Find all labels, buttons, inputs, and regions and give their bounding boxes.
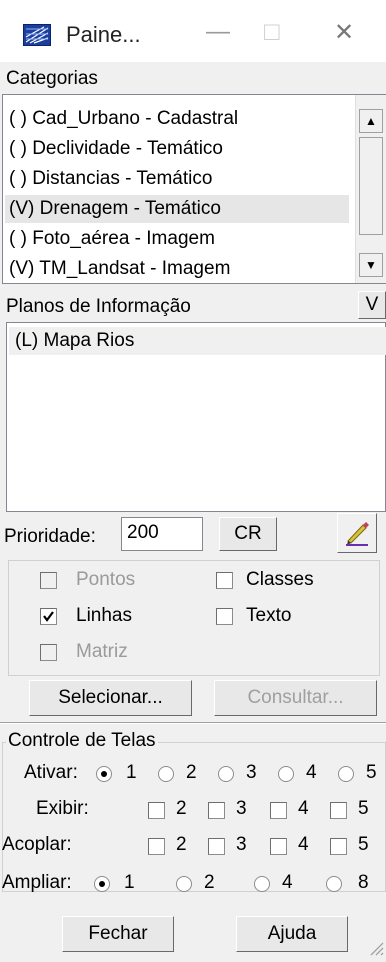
prioridade-label: Prioridade: — [4, 526, 96, 547]
ampliar-radio-1[interactable] — [94, 876, 110, 892]
consultar-button[interactable]: Consultar... — [214, 680, 377, 716]
planos-v-button[interactable]: V — [358, 291, 386, 319]
fechar-button[interactable]: Fechar — [62, 916, 174, 952]
controle-title: Controle de Telas — [6, 730, 158, 752]
scroll-down-button[interactable]: ▼ — [359, 253, 383, 277]
ativar-radio-2[interactable] — [158, 766, 174, 782]
ajuda-button[interactable]: Ajuda — [236, 916, 348, 952]
planos-label: Planos de Informação — [6, 296, 191, 317]
close-button[interactable]: ✕ — [334, 18, 354, 47]
categorias-label: Categorias — [6, 68, 98, 89]
title-bar: Paine... — □ ✕ — [0, 0, 386, 62]
classes-checkbox[interactable] — [216, 572, 233, 589]
ativar-radio-5[interactable] — [338, 766, 354, 782]
list-item[interactable]: (V) TM_Landsat - Imagem — [9, 255, 230, 283]
exibir-checkbox-3[interactable] — [208, 802, 225, 819]
ativar-radio-1[interactable] — [96, 766, 112, 782]
categorias-scrollbar[interactable]: ▲ ▼ — [355, 95, 386, 283]
ampliar-radio-4[interactable] — [254, 876, 270, 892]
list-item-selected[interactable]: (V) Drenagem - Temático — [5, 195, 349, 223]
texto-label: Texto — [246, 605, 292, 626]
ampliar-label: Ampliar: — [2, 872, 72, 893]
ativar-radio-4[interactable] — [278, 766, 294, 782]
ampliar-8-label: 8 — [358, 872, 369, 893]
acoplar-2-label: 2 — [176, 834, 187, 855]
list-item[interactable]: ( ) Foto_aérea - Imagem — [9, 225, 215, 253]
acoplar-4-label: 4 — [298, 834, 309, 855]
ampliar-radio-8[interactable] — [326, 876, 342, 892]
map-grid-icon[interactable] — [23, 24, 51, 46]
exibir-4-label: 4 — [298, 798, 309, 819]
ativar-label: Ativar: — [24, 762, 78, 783]
scroll-thumb[interactable] — [359, 137, 383, 235]
prioridade-input[interactable]: 200 — [121, 517, 203, 551]
minimize-button[interactable]: — — [206, 18, 230, 46]
acoplar-checkbox-2[interactable] — [148, 838, 165, 855]
exibir-3-label: 3 — [236, 798, 247, 819]
cr-button[interactable]: CR — [219, 517, 277, 551]
list-item[interactable]: (L) Mapa Rios — [9, 327, 386, 355]
ampliar-1-label: 1 — [124, 872, 135, 893]
exibir-5-label: 5 — [358, 798, 369, 819]
acoplar-5-label: 5 — [358, 834, 369, 855]
ativar-3-label: 3 — [246, 762, 257, 783]
pontos-checkbox[interactable] — [40, 572, 57, 589]
list-item[interactable]: ( ) Declividade - Temático — [9, 135, 223, 163]
list-item[interactable]: ( ) Distancias - Temático — [9, 165, 212, 193]
window-title: Paine... — [66, 22, 141, 47]
linhas-checkbox[interactable] — [40, 608, 57, 625]
ampliar-2-label: 2 — [204, 872, 215, 893]
exibir-2-label: 2 — [176, 798, 187, 819]
classes-label: Classes — [246, 569, 314, 590]
matriz-label: Matriz — [76, 641, 128, 662]
resize-grip-icon[interactable] — [366, 938, 384, 956]
list-item[interactable]: ( ) Cad_Urbano - Cadastral — [9, 105, 238, 133]
pontos-label: Pontos — [76, 569, 136, 590]
exibir-checkbox-5[interactable] — [330, 802, 347, 819]
categorias-list[interactable]: ( ) Cad_Urbano - Cadastral ( ) Declivida… — [2, 94, 386, 284]
scroll-up-button[interactable]: ▲ — [359, 109, 383, 133]
exibir-checkbox-2[interactable] — [148, 802, 165, 819]
matriz-checkbox[interactable] — [40, 644, 57, 661]
ativar-radio-3[interactable] — [218, 766, 234, 782]
acoplar-checkbox-3[interactable] — [208, 838, 225, 855]
acoplar-3-label: 3 — [236, 834, 247, 855]
texto-checkbox[interactable] — [216, 608, 233, 625]
planos-list[interactable]: (L) Mapa Rios — [6, 322, 386, 512]
maximize-button[interactable]: □ — [264, 16, 280, 47]
pencil-icon[interactable] — [337, 513, 377, 553]
acoplar-checkbox-4[interactable] — [270, 838, 287, 855]
divider — [0, 722, 386, 724]
ampliar-radio-2[interactable] — [176, 876, 192, 892]
ativar-2-label: 2 — [186, 762, 197, 783]
acoplar-checkbox-5[interactable] — [330, 838, 347, 855]
linhas-label: Linhas — [76, 605, 132, 626]
options-group — [8, 560, 380, 676]
exibir-checkbox-4[interactable] — [270, 802, 287, 819]
ativar-5-label: 5 — [366, 762, 377, 783]
ativar-1-label: 1 — [126, 762, 137, 783]
ampliar-4-label: 4 — [282, 872, 293, 893]
ativar-4-label: 4 — [306, 762, 317, 783]
selecionar-button[interactable]: Selecionar... — [29, 680, 192, 716]
exibir-label: Exibir: — [36, 798, 89, 819]
acoplar-label: Acoplar: — [2, 834, 72, 855]
